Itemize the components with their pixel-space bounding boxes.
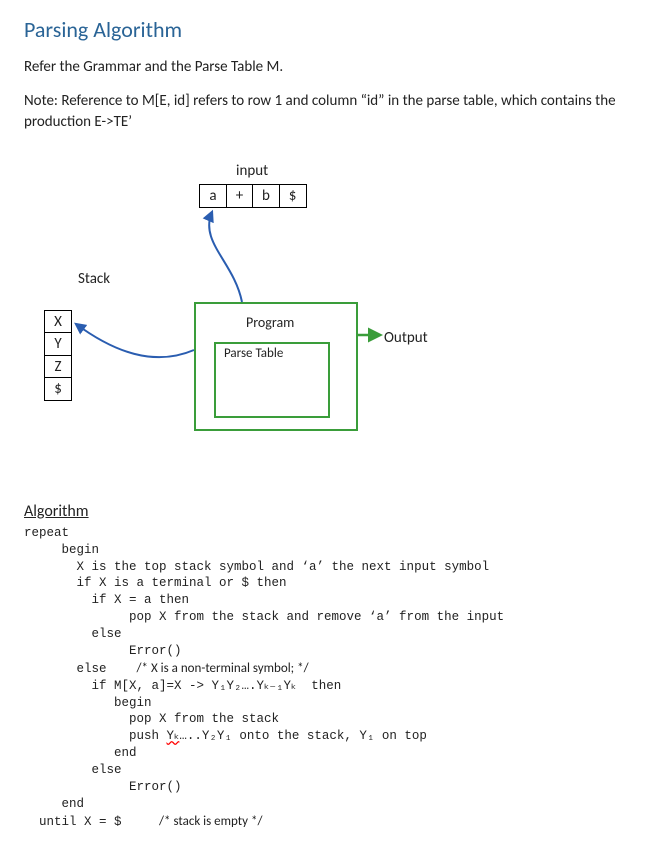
algo-line: push <box>24 729 167 743</box>
stack-cell: $ <box>44 377 72 401</box>
input-cell: b <box>252 184 280 208</box>
input-cell: a <box>199 184 227 208</box>
algo-comment: /* X is a non-terminal symbol; */ <box>137 661 309 676</box>
stack-cell: Z <box>44 355 72 379</box>
input-buffer: a + b $ <box>199 184 307 208</box>
algo-line: else <box>24 763 122 777</box>
parse-table-box: Parse Table <box>214 342 330 418</box>
input-cell: + <box>226 184 254 208</box>
stack-cell: X <box>44 310 72 334</box>
note-text: Note: Reference to M[E, id] refers to ro… <box>24 91 648 132</box>
algo-line: X is the top stack symbol and ‘a’ the ne… <box>24 560 489 574</box>
program-label: Program <box>246 314 294 331</box>
algo-line: begin <box>24 696 152 710</box>
page-title: Parsing Algorithm <box>24 16 648 43</box>
algo-line: Error() <box>24 644 182 658</box>
stack-label: Stack <box>78 270 110 288</box>
output-label: Output <box>384 329 428 347</box>
parse-table-label: Parse Table <box>224 346 283 361</box>
algo-comment: /* stack is empty */ <box>159 814 262 829</box>
algo-spellcheck-mark: Yₖ <box>167 729 180 743</box>
algo-line: until X = $ <box>24 815 159 829</box>
algorithm-heading: Algorithm <box>24 502 648 521</box>
stack: X Y Z $ <box>44 310 72 402</box>
program-box: Program Parse Table <box>194 302 358 431</box>
algo-line: end <box>24 746 137 760</box>
algo-line: …..Y₂Y₁ onto the stack, Y₁ on top <box>179 729 427 743</box>
algo-line: if M[X, a]=X -> Y₁Y₂….Yₖ₋₁Yₖ then <box>24 679 341 693</box>
algo-line: if X is a terminal or $ then <box>24 576 287 590</box>
algo-line: end <box>24 797 84 811</box>
algorithm-code: repeat begin X is the top stack symbol a… <box>24 525 648 831</box>
stack-cell: Y <box>44 332 72 356</box>
algo-line: if X = a then <box>24 593 189 607</box>
algo-line: begin <box>24 543 99 557</box>
input-label: input <box>236 162 268 180</box>
algo-line: pop X from the stack <box>24 712 279 726</box>
algo-line: repeat <box>24 526 69 540</box>
intro-text: Refer the Grammar and the Parse Table M. <box>24 57 648 77</box>
parser-diagram: input a + b $ Stack X Y Z $ Program Pars… <box>24 162 644 482</box>
algo-line: else <box>24 662 137 676</box>
algo-line: Error() <box>24 780 182 794</box>
input-cell: $ <box>279 184 307 208</box>
algo-line: pop X from the stack and remove ‘a’ from… <box>24 610 504 624</box>
algo-line: else <box>24 627 122 641</box>
